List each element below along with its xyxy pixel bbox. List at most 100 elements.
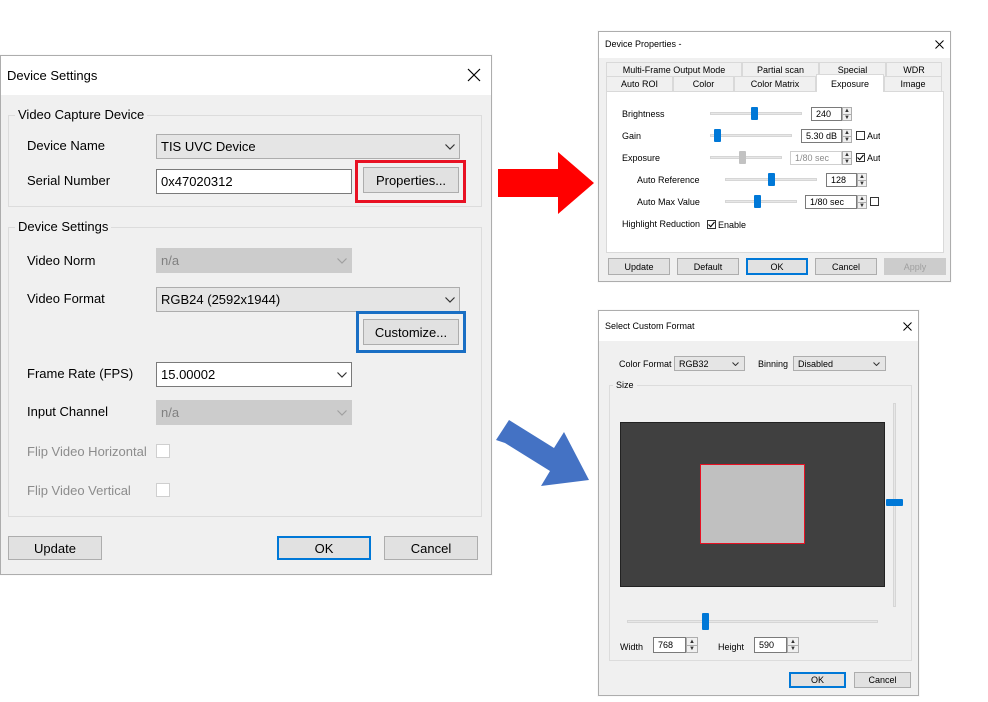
spin-up-icon[interactable]: ▲ (858, 174, 866, 180)
enable-checkbox[interactable] (707, 220, 716, 229)
update-button[interactable]: Update (8, 536, 102, 560)
auto-reference-label: Auto Reference (637, 175, 700, 185)
video-format-value: RGB24 (2592x1944) (161, 292, 281, 307)
chevron-down-icon (726, 361, 744, 366)
spin-down-icon[interactable]: ▼ (788, 645, 798, 652)
video-format-select[interactable]: RGB24 (2592x1944) (156, 287, 460, 312)
exposure-value-field[interactable]: 1/80 sec (790, 151, 842, 165)
apply-button[interactable]: Apply (884, 258, 946, 275)
spin-up-icon[interactable]: ▲ (858, 196, 866, 202)
gain-slider-thumb[interactable] (713, 129, 721, 142)
spin-down-icon[interactable]: ▼ (858, 202, 866, 209)
exposure-slider-thumb[interactable] (739, 151, 747, 164)
spin-up-icon[interactable]: ▲ (687, 638, 697, 645)
title-bar: Device Settings (1, 56, 491, 95)
height-spinner[interactable]: ▲ ▼ (787, 637, 799, 653)
update-button[interactable]: Update (608, 258, 670, 275)
spin-up-icon[interactable]: ▲ (843, 152, 851, 158)
ok-button[interactable]: OK (789, 672, 846, 688)
spin-down-icon[interactable]: ▼ (858, 180, 866, 187)
color-format-select[interactable]: RGB32 (674, 356, 745, 371)
binning-label: Binning (758, 359, 789, 369)
tab-wdr[interactable]: WDR (886, 62, 942, 76)
dialog-title: Device Settings (7, 68, 98, 83)
tab-auto-roi[interactable]: Auto ROI (606, 76, 673, 91)
blue-arrow-icon (496, 420, 589, 486)
auto-reference-slider-thumb[interactable] (768, 173, 775, 186)
frame-rate-select[interactable]: 15.00002 (156, 362, 352, 387)
enable-label: Enable (718, 220, 747, 230)
spin-up-icon[interactable]: ▲ (843, 130, 851, 136)
close-icon[interactable] (467, 68, 481, 82)
cancel-button[interactable]: Cancel (384, 536, 478, 560)
chevron-down-icon (441, 296, 459, 303)
binning-select[interactable]: Disabled (793, 356, 886, 371)
tab-image[interactable]: Image (884, 76, 942, 91)
spin-down-icon[interactable]: ▼ (843, 136, 851, 143)
flip-horizontal-checkbox[interactable] (156, 444, 170, 458)
select-custom-format-dialog: Select Custom Format Color Format RGB32 … (598, 310, 919, 696)
tab-color-matrix[interactable]: Color Matrix (734, 76, 816, 91)
gain-spinner[interactable]: ▲ ▼ (842, 129, 852, 143)
brightness-spinner[interactable]: ▲ ▼ (842, 107, 852, 121)
flip-vertical-label: Flip Video Vertical (27, 483, 131, 498)
spin-up-icon[interactable]: ▲ (788, 638, 798, 645)
input-channel-select[interactable]: n/a (156, 400, 352, 425)
tab-multi-frame[interactable]: Multi-Frame Output Mode (606, 62, 742, 76)
brightness-slider-thumb[interactable] (751, 107, 759, 120)
spin-down-icon[interactable]: ▼ (843, 158, 851, 165)
tab-partial-scan[interactable]: Partial scan (742, 62, 819, 76)
horizontal-slider-track[interactable] (627, 620, 878, 623)
exposure-auto-label: Auto (867, 153, 880, 163)
serial-number-field[interactable]: 0x47020312 (156, 169, 352, 194)
frame-rate-value: 15.00002 (161, 367, 216, 382)
exposure-auto-checkbox[interactable] (856, 153, 865, 162)
height-value-field[interactable]: 590 (754, 637, 787, 653)
auto-max-checkbox[interactable] (870, 197, 879, 206)
customize-highlight-box (356, 311, 466, 353)
spin-up-icon[interactable]: ▲ (843, 108, 851, 114)
default-button[interactable]: Default (677, 258, 739, 275)
color-format-label: Color Format (619, 359, 672, 369)
video-norm-select[interactable]: n/a (156, 248, 352, 273)
brightness-value-field[interactable]: 240 (811, 107, 842, 121)
auto-max-value-field[interactable]: 1/80 sec (805, 195, 857, 209)
gain-auto-checkbox[interactable] (856, 131, 865, 140)
ok-button[interactable]: OK (277, 536, 371, 560)
close-icon[interactable] (935, 40, 944, 49)
roi-selection-rectangle[interactable] (700, 464, 805, 544)
gain-value-field[interactable]: 5.30 dB (801, 129, 842, 143)
flip-vertical-checkbox[interactable] (156, 483, 170, 497)
close-icon[interactable] (903, 322, 912, 331)
chevron-down-icon (333, 409, 351, 416)
chevron-down-icon (333, 257, 351, 264)
width-spinner[interactable]: ▲ ▼ (686, 637, 698, 653)
red-arrow-icon (498, 152, 594, 214)
auto-max-slider-thumb[interactable] (754, 195, 762, 208)
auto-max-spinner[interactable]: ▲ ▼ (857, 195, 867, 209)
width-value-field[interactable]: 768 (653, 637, 686, 653)
device-properties-dialog: Device Properties - Multi-Frame Output M… (598, 31, 951, 282)
spin-down-icon[interactable]: ▼ (843, 114, 851, 121)
input-channel-value: n/a (161, 405, 180, 420)
horizontal-slider-thumb[interactable] (702, 613, 709, 630)
tab-exposure[interactable]: Exposure (816, 74, 884, 92)
group-title: Video Capture Device (15, 107, 148, 122)
gain-slider-track[interactable] (710, 134, 792, 137)
ok-button[interactable]: OK (746, 258, 808, 275)
cancel-button[interactable]: Cancel (815, 258, 877, 275)
auto-reference-spinner[interactable]: ▲ ▼ (857, 173, 867, 187)
dialog-title: Select Custom Format (605, 321, 695, 331)
device-name-select[interactable]: TIS UVC Device (156, 134, 460, 159)
cancel-button[interactable]: Cancel (854, 672, 911, 688)
auto-reference-value-field[interactable]: 128 (826, 173, 857, 187)
video-norm-label: Video Norm (27, 253, 96, 268)
video-norm-value: n/a (161, 253, 180, 268)
vertical-slider-thumb[interactable] (886, 499, 903, 506)
spin-down-icon[interactable]: ▼ (687, 645, 697, 652)
gain-auto-label: Auto (867, 131, 880, 141)
exposure-spinner[interactable]: ▲ ▼ (842, 151, 852, 165)
height-label: Height (718, 642, 745, 652)
dialog-title: Device Properties - (605, 39, 682, 49)
tab-color[interactable]: Color (673, 76, 734, 91)
